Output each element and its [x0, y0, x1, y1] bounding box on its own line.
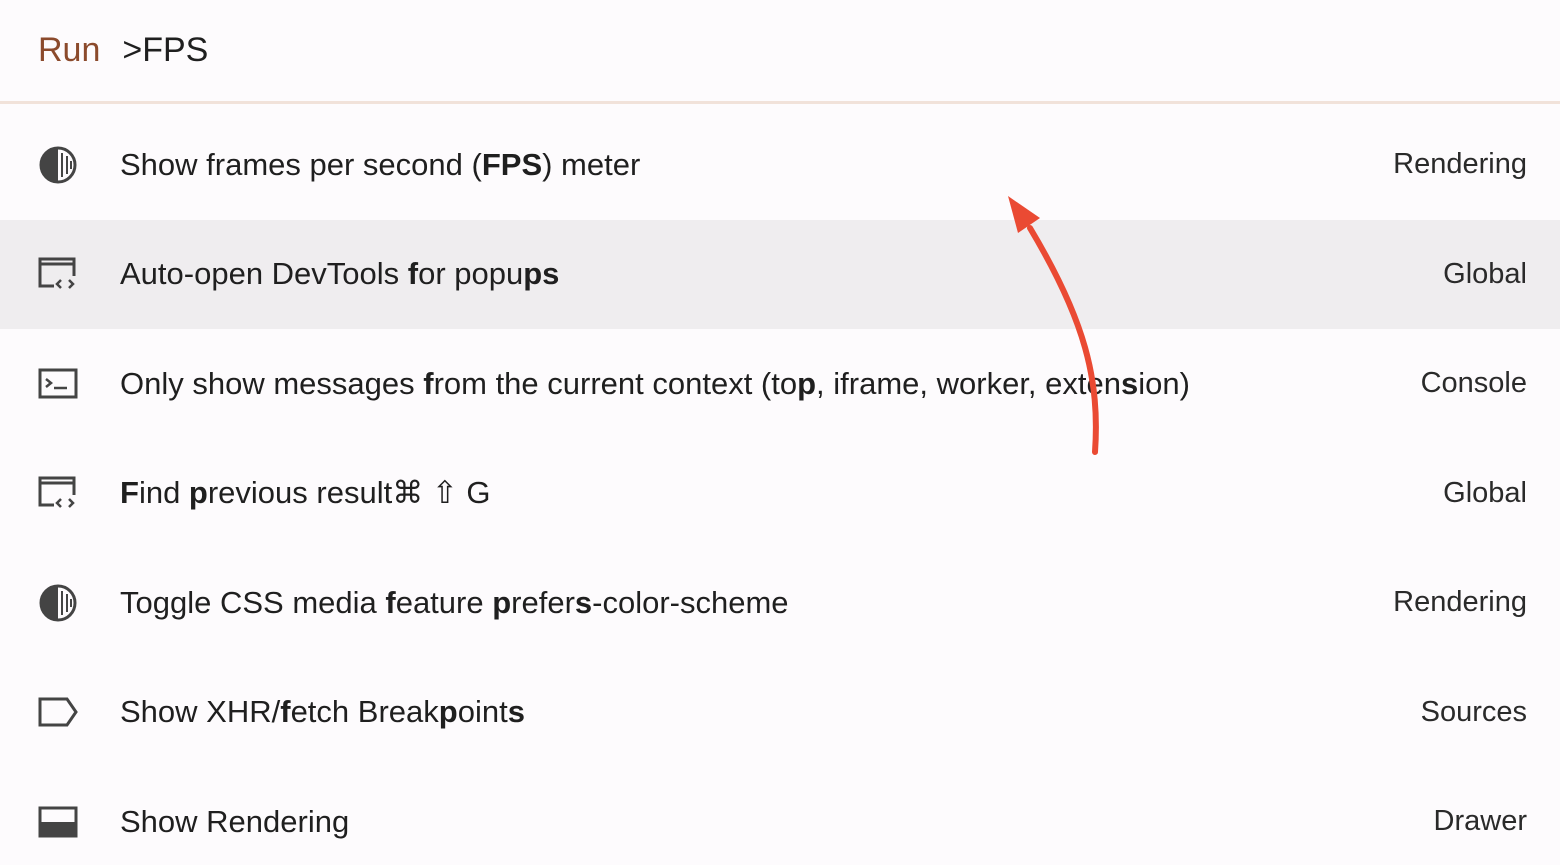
- result-title-segment: p: [797, 365, 817, 401]
- breakpoint-tag-icon: [36, 690, 80, 734]
- result-title-segment: eature: [395, 584, 493, 620]
- rendering-icon: [36, 143, 80, 187]
- result-title: Auto-open DevTools for popups: [120, 256, 559, 292]
- result-title-segment: Show frames per second (: [120, 146, 482, 182]
- result-title-segment: f: [407, 256, 419, 292]
- result-title: Only show messages from the current cont…: [120, 366, 1190, 402]
- result-title-segment: oint: [457, 694, 508, 730]
- command-prompt[interactable]: Run >FPS: [0, 0, 1560, 104]
- result-title-segment: p: [438, 694, 458, 730]
- result-category: Rendering: [1393, 148, 1527, 181]
- results-list: Show frames per second (FPS) meter Render…: [0, 110, 1560, 865]
- result-category: Rendering: [1393, 586, 1527, 619]
- result-title-segment: -color-scheme: [592, 584, 789, 620]
- result-title-segment: refer: [511, 584, 575, 620]
- command-palette: Run >FPS Show frames per second (FPS) me…: [0, 0, 1560, 865]
- devtools-window-icon: [36, 471, 80, 515]
- result-title: Show frames per second (FPS) meter: [120, 147, 640, 183]
- result-title-segment: ⌘ ⇧ G: [392, 475, 491, 511]
- result-row[interactable]: Toggle CSS media feature prefers-color-s…: [0, 548, 1560, 658]
- result-title-segment: s: [507, 694, 525, 730]
- result-title-segment: ) meter: [542, 146, 641, 182]
- command-input[interactable]: >FPS: [122, 31, 208, 70]
- console-icon: [36, 362, 80, 406]
- result-title-segment: ion): [1138, 365, 1190, 401]
- result-title-segment: F: [120, 475, 139, 511]
- result-title-segment: f: [423, 365, 434, 401]
- result-row[interactable]: Find previous result⌘ ⇧ G Global: [0, 439, 1560, 549]
- result-title: Find previous result⌘ ⇧ G: [120, 475, 491, 511]
- result-category: Sources: [1420, 695, 1527, 728]
- result-title-segment: , iframe, worker, exten: [816, 365, 1121, 401]
- result-row[interactable]: Show XHR/fetch Breakpoints Sources: [0, 658, 1560, 768]
- result-title-segment: Show XHR/: [120, 694, 281, 730]
- devtools-window-icon: [36, 252, 80, 296]
- result-title: Toggle CSS media feature prefers-color-s…: [120, 585, 789, 621]
- result-row[interactable]: Show Rendering Drawer: [0, 767, 1560, 865]
- result-title-segment: or popu: [418, 256, 524, 292]
- result-title-segment: Only show messages: [120, 365, 424, 401]
- result-title-segment: Toggle CSS media: [120, 584, 386, 620]
- result-title-segment: rom the current context (to: [433, 365, 798, 401]
- result-title-segment: Show Rendering: [120, 803, 350, 839]
- result-category: Global: [1443, 257, 1527, 290]
- prompt-prefix: Run: [38, 31, 101, 69]
- result-title-segment: s: [574, 584, 593, 620]
- result-title-segment: s: [1121, 365, 1139, 401]
- drawer-icon: [36, 800, 80, 844]
- result-title-segment: p: [188, 475, 208, 511]
- result-category: Drawer: [1433, 805, 1527, 838]
- result-title-segment: etch Break: [290, 694, 439, 730]
- result-row[interactable]: Auto-open DevTools for popups Global: [0, 219, 1560, 329]
- result-title-segment: ind: [138, 475, 189, 511]
- result-title-segment: f: [385, 584, 396, 620]
- result-title-segment: p: [492, 584, 512, 620]
- result-title-segment: FPS: [481, 146, 543, 182]
- result-title: Show Rendering: [120, 804, 349, 840]
- result-title: Show XHR/fetch Breakpoints: [120, 694, 525, 730]
- result-category: Global: [1443, 476, 1527, 509]
- result-title-segment: f: [280, 694, 291, 730]
- result-title-segment: Auto-open DevTools: [120, 256, 408, 292]
- result-row[interactable]: Only show messages from the current cont…: [0, 329, 1560, 439]
- result-category: Console: [1420, 367, 1527, 400]
- result-title-segment: ps: [523, 256, 560, 292]
- rendering-icon: [36, 581, 80, 625]
- result-title-segment: revious result: [207, 475, 393, 511]
- result-row[interactable]: Show frames per second (FPS) meter Render…: [0, 110, 1560, 220]
